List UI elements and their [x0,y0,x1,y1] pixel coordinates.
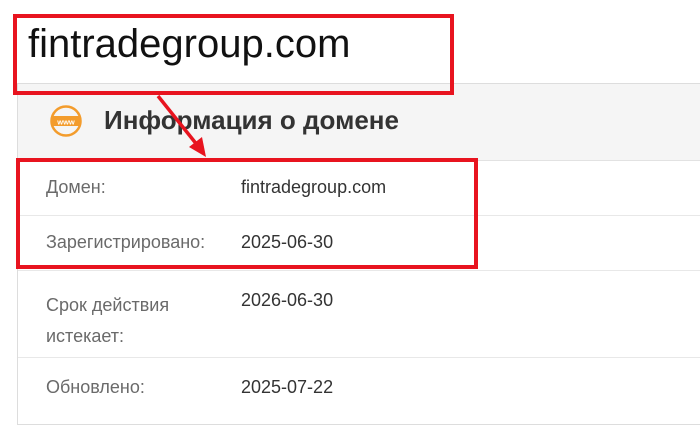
info-row-expires: Срок действия истекает: 2026-06-30 [18,271,700,358]
row-value: fintradegroup.com [241,177,387,197]
www-globe-icon: www [50,105,82,137]
svg-text:www: www [56,117,75,126]
row-label: Срок действия истекает: [46,295,170,346]
row-label: Домен: [46,177,106,197]
panel-title: Информация о домене [104,105,399,135]
info-row-registered: Зарегистрировано: 2025-06-30 [18,216,700,271]
row-value: 2025-06-30 [241,232,334,252]
info-row-updated: Обновлено: 2025-07-22 [18,358,700,418]
row-label: Обновлено: [46,377,145,397]
panel-header: www Информация о домене [18,84,700,161]
row-label: Зарегистрировано: [46,232,206,252]
domain-heading: fintradegroup.com [28,22,351,66]
row-value: 2025-07-22 [241,377,334,397]
row-value: 2026-06-30 [241,290,334,310]
domain-info-panel: www Информация о домене Домен: fintradeg… [17,83,700,425]
info-row-domain: Домен: fintradegroup.com [18,161,700,216]
